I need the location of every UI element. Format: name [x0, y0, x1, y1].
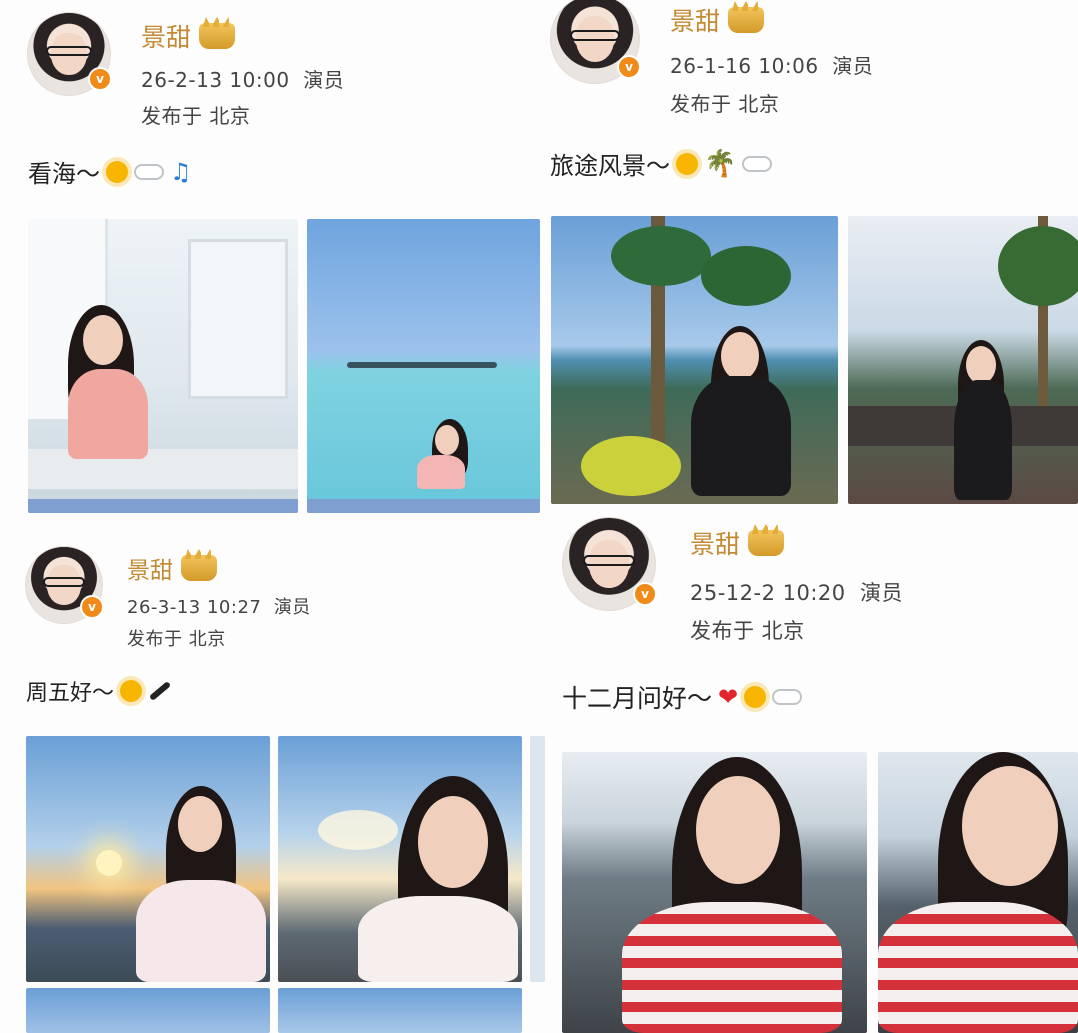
verified-badge-icon: v [617, 55, 641, 79]
avatar[interactable]: v [562, 517, 657, 611]
post-location: 发布于 北京 [127, 629, 226, 650]
post-time: 26-1-16 10:06 [670, 54, 819, 78]
avatar[interactable]: v [27, 12, 112, 96]
weibo-post-1: v 景甜 26-2-13 10:00 演员 发布于 北京 看海～ ♫ [0, 0, 545, 515]
username[interactable]: 景甜 [141, 18, 236, 54]
sun-icon [676, 152, 698, 175]
post-location: 发布于 北京 [670, 92, 780, 116]
weibo-post-2: v 景甜 26-1-16 10:06 演员 发布于 北京 旅途风景～ 🌴 [545, 0, 1078, 515]
post-text-content: 周五好～ [26, 681, 115, 706]
post-text-content: 十二月问好～ [562, 684, 713, 713]
crown-icon [748, 530, 785, 556]
cloud-icon [772, 689, 803, 705]
sun-icon [106, 160, 128, 183]
verified-badge-icon: v [633, 582, 657, 606]
post-text: 周五好～ [26, 675, 172, 707]
verified-badge-icon: v [80, 595, 104, 619]
post-image[interactable] [551, 216, 838, 504]
phone-stick-icon [148, 680, 172, 702]
post-text: 看海～ ♫ [28, 154, 192, 189]
post-image[interactable] [26, 736, 270, 982]
username-text[interactable]: 景甜 [690, 525, 740, 561]
sun-icon [744, 686, 767, 708]
weibo-post-3: v 景甜 26-3-13 10:27 演员 发布于 北京 周五好～ [0, 515, 545, 1033]
cloud-icon [134, 163, 164, 180]
user-role: 演员 [860, 581, 904, 605]
crown-icon [199, 23, 236, 49]
crown-icon [728, 7, 765, 33]
cloud-icon [742, 155, 773, 172]
post-text: 十二月问好～ ❤ [562, 679, 803, 715]
post-time: 26-2-13 10:00 [141, 68, 290, 92]
post-time-role: 26-1-16 10:06 演员 [670, 50, 873, 79]
user-role: 演员 [832, 54, 874, 78]
crown-icon [181, 555, 217, 581]
post-image[interactable] [562, 752, 867, 1033]
username[interactable]: 景甜 [690, 525, 785, 561]
user-role: 演员 [303, 68, 345, 92]
username-text[interactable]: 景甜 [127, 551, 173, 585]
post-location: 发布于 北京 [690, 619, 805, 643]
post-time-role: 26-3-13 10:27 演员 [127, 593, 311, 619]
post-image[interactable] [278, 736, 522, 982]
username[interactable]: 景甜 [127, 551, 217, 585]
post-time: 26-3-13 10:27 [127, 597, 262, 618]
username-text[interactable]: 景甜 [141, 18, 191, 54]
palm-tree-icon: 🌴 [704, 148, 737, 179]
post-image[interactable] [848, 216, 1078, 504]
post-image[interactable] [26, 988, 270, 1033]
post-image[interactable] [278, 988, 522, 1033]
avatar[interactable]: v [25, 546, 104, 624]
post-time: 25-12-2 10:20 [690, 581, 846, 605]
music-note-icon: ♫ [170, 157, 192, 186]
post-text-content: 看海～ [28, 160, 100, 188]
post-text-content: 旅途风景～ [550, 152, 670, 180]
post-image[interactable] [28, 219, 298, 513]
post-image[interactable] [307, 219, 540, 513]
weibo-post-4: v 景甜 25-12-2 10:20 演员 发布于 北京 十二月问好～ ❤ [545, 515, 1078, 1033]
username[interactable]: 景甜 [670, 2, 765, 38]
username-text[interactable]: 景甜 [670, 2, 720, 38]
user-role: 演员 [273, 597, 311, 618]
avatar[interactable]: v [550, 0, 641, 84]
post-text: 旅途风景～ 🌴 [550, 146, 773, 181]
post-image[interactable] [878, 752, 1078, 1033]
post-time-role: 25-12-2 10:20 演员 [690, 577, 903, 607]
sun-icon [120, 680, 143, 702]
post-image-edge [530, 736, 545, 982]
heart-icon: ❤ [718, 683, 739, 711]
post-time-role: 26-2-13 10:00 演员 [141, 64, 344, 93]
verified-badge-icon: v [88, 67, 112, 91]
post-location: 发布于 北京 [141, 104, 251, 128]
